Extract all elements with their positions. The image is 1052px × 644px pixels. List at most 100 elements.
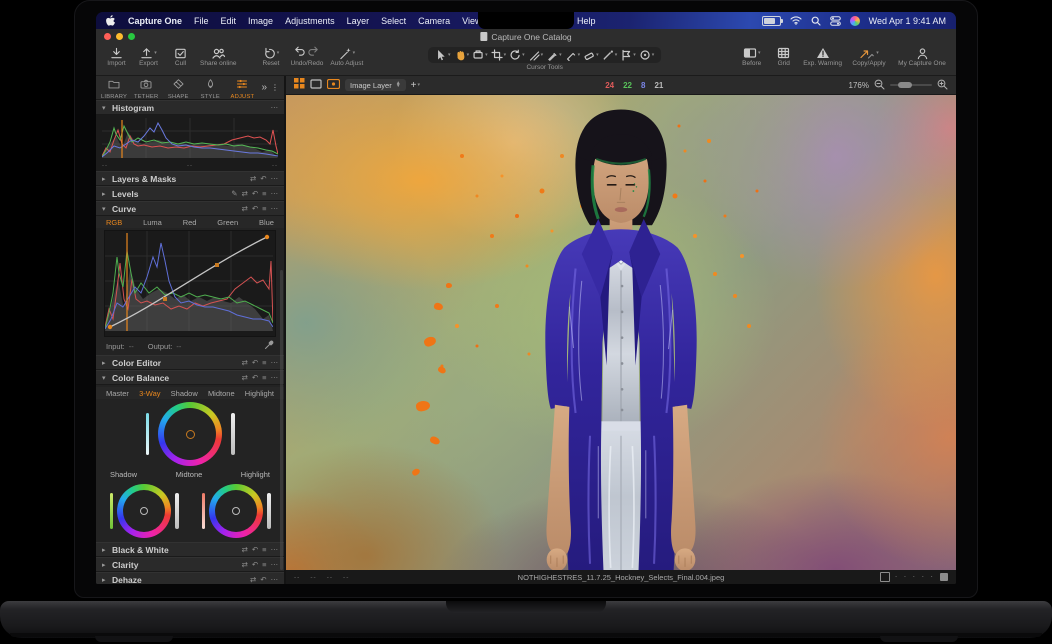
more-icon[interactable]: ⋯ bbox=[271, 561, 279, 569]
menu-item-edit[interactable]: Edit bbox=[221, 16, 237, 26]
star-rating[interactable]: · · · · · bbox=[895, 573, 935, 581]
disclosure-icon[interactable]: ▸ bbox=[102, 546, 108, 554]
menu-item-app[interactable]: Capture One bbox=[128, 16, 182, 26]
menu-item-layer[interactable]: Layer bbox=[347, 16, 370, 26]
straighten-tool[interactable]: ▾ bbox=[528, 49, 544, 61]
rotate-tool[interactable]: ▾ bbox=[509, 49, 525, 61]
highlight-color-wheel[interactable] bbox=[209, 484, 263, 538]
copy-icon[interactable]: ⇄ bbox=[242, 359, 248, 367]
spot-removal-tool[interactable]: ▾ bbox=[546, 49, 562, 61]
pan-tool[interactable]: ▾ bbox=[454, 49, 470, 61]
tab-tether[interactable]: TETHER bbox=[133, 76, 159, 100]
curve-picker-icon[interactable] bbox=[264, 340, 274, 352]
gradient-mask-tool[interactable]: ▾ bbox=[620, 49, 636, 61]
tab-overflow-menu-icon[interactable]: ⋮ bbox=[271, 83, 279, 92]
midtone-color-wheel[interactable] bbox=[158, 402, 222, 466]
spotlight-search-icon[interactable] bbox=[811, 16, 821, 26]
multi-view-icon[interactable] bbox=[294, 76, 305, 94]
presets-icon[interactable]: ≡ bbox=[262, 205, 266, 213]
proof-view-icon[interactable] bbox=[327, 76, 340, 94]
reset-icon[interactable]: ↶ bbox=[260, 576, 266, 584]
reset-icon[interactable]: ↶ bbox=[252, 374, 258, 382]
curve-tab-luma[interactable]: Luma bbox=[143, 218, 162, 227]
select-tool[interactable]: ▾ bbox=[435, 49, 451, 61]
curve-tab-blue[interactable]: Blue bbox=[259, 218, 274, 227]
picker-tool[interactable]: ▾ bbox=[639, 49, 655, 61]
menu-item-image[interactable]: Image bbox=[248, 16, 273, 26]
before-button[interactable]: ▾ Before bbox=[739, 46, 764, 67]
copy-icon[interactable]: ⇄ bbox=[242, 205, 248, 213]
more-icon[interactable]: ⋯ bbox=[271, 175, 279, 183]
cull-button[interactable]: Cull bbox=[168, 46, 193, 67]
midtone-saturation-slider[interactable] bbox=[146, 413, 150, 455]
presets-icon[interactable]: ≡ bbox=[262, 359, 266, 367]
disclosure-icon[interactable]: ▸ bbox=[102, 359, 108, 367]
curve-graph[interactable] bbox=[104, 230, 276, 337]
cb-tab-shadow[interactable]: Shadow bbox=[171, 389, 198, 398]
panel-header-histogram[interactable]: ▾ Histogram ⋯ bbox=[96, 100, 284, 115]
disclosure-icon[interactable]: ▸ bbox=[102, 175, 108, 183]
shadow-saturation-slider[interactable] bbox=[110, 493, 114, 529]
cb-tab-master[interactable]: Master bbox=[106, 389, 129, 398]
loupe-tool[interactable]: ▾ bbox=[472, 49, 488, 61]
zoom-out-icon[interactable] bbox=[874, 79, 885, 92]
menu-item-file[interactable]: File bbox=[194, 16, 209, 26]
control-center-icon[interactable] bbox=[830, 16, 841, 26]
draw-mask-tool[interactable]: ▾ bbox=[602, 49, 618, 61]
color-tag-icon[interactable] bbox=[880, 572, 890, 582]
undo-redo-button[interactable]: Undo/Redo bbox=[291, 46, 324, 67]
grid-button[interactable]: Grid bbox=[771, 46, 796, 67]
wifi-icon[interactable] bbox=[790, 16, 802, 25]
layer-selector[interactable]: Image Layer ▲▼ bbox=[345, 79, 406, 91]
minimize-window-button[interactable] bbox=[116, 33, 123, 40]
copy-icon[interactable]: ⇄ bbox=[242, 561, 248, 569]
export-button[interactable]: ▾ Export bbox=[136, 46, 161, 67]
panel-header-color-editor[interactable]: ▸ Color Editor ⇄↶≡⋯ bbox=[96, 355, 284, 370]
wheel-center-marker[interactable] bbox=[140, 507, 148, 515]
presets-icon[interactable]: ≡ bbox=[262, 546, 266, 554]
presets-icon[interactable]: ≡ bbox=[262, 561, 266, 569]
copy-apply-button[interactable]: ▾ Copy/Apply bbox=[849, 46, 889, 67]
reset-icon[interactable]: ↶ bbox=[252, 546, 258, 554]
single-view-icon[interactable] bbox=[310, 76, 322, 94]
sidebar-scrollbar[interactable] bbox=[280, 270, 283, 570]
wheel-center-marker[interactable] bbox=[186, 430, 195, 439]
auto-adjust-button[interactable]: ▾ Auto Adjust bbox=[330, 46, 363, 67]
disclosure-icon[interactable]: ▸ bbox=[102, 190, 108, 198]
heal-tool[interactable]: ▾ bbox=[565, 49, 581, 61]
highlight-saturation-slider[interactable] bbox=[202, 493, 206, 529]
panel-header-dehaze[interactable]: ▸ Dehaze ⇄↶⋯ bbox=[96, 572, 284, 584]
reset-icon[interactable]: ↶ bbox=[260, 175, 266, 183]
copy-icon[interactable]: ⇄ bbox=[250, 175, 256, 183]
curve-tab-green[interactable]: Green bbox=[217, 218, 238, 227]
more-icon[interactable]: ⋯ bbox=[271, 359, 279, 367]
siri-icon[interactable] bbox=[850, 16, 860, 26]
panel-header-layers[interactable]: ▸ Layers & Masks ⇄↶⋯ bbox=[96, 171, 284, 186]
disclosure-icon[interactable]: ▾ bbox=[102, 104, 108, 112]
wheel-center-marker[interactable] bbox=[232, 507, 240, 515]
disclosure-icon[interactable]: ▾ bbox=[102, 205, 108, 213]
cb-tab-midtone[interactable]: Midtone bbox=[208, 389, 235, 398]
curve-tab-rgb[interactable]: RGB bbox=[106, 218, 122, 227]
reset-icon[interactable]: ↶ bbox=[252, 190, 258, 198]
zoom-level[interactable]: 176% bbox=[849, 81, 869, 90]
exposure-warning-button[interactable]: Exp. Warning bbox=[803, 46, 842, 67]
my-capture-one-button[interactable]: My Capture One bbox=[896, 46, 948, 67]
menu-clock[interactable]: Wed Apr 1 9:41 AM bbox=[869, 16, 946, 26]
disclosure-icon[interactable]: ▸ bbox=[102, 561, 108, 569]
presets-icon[interactable]: ≡ bbox=[262, 374, 266, 382]
highlight-luminance-slider[interactable] bbox=[267, 493, 271, 529]
reset-button[interactable]: ▾ Reset bbox=[259, 46, 284, 67]
presets-icon[interactable]: ≡ bbox=[262, 190, 266, 198]
panel-header-clarity[interactable]: ▸ Clarity ⇄↶≡⋯ bbox=[96, 557, 284, 572]
menu-item-adjustments[interactable]: Adjustments bbox=[285, 16, 335, 26]
more-icon[interactable]: ⋯ bbox=[271, 190, 279, 198]
more-icon[interactable]: ⋯ bbox=[271, 374, 279, 382]
shadow-luminance-slider[interactable] bbox=[175, 493, 179, 529]
zoom-window-button[interactable] bbox=[128, 33, 135, 40]
add-layer-button[interactable]: +▾ bbox=[411, 80, 420, 91]
zoom-slider[interactable] bbox=[890, 84, 932, 87]
disclosure-icon[interactable]: ▾ bbox=[102, 374, 108, 382]
more-icon[interactable]: ⋯ bbox=[271, 104, 279, 112]
panel-header-curve[interactable]: ▾ Curve ⇄↶≡⋯ bbox=[96, 201, 284, 216]
